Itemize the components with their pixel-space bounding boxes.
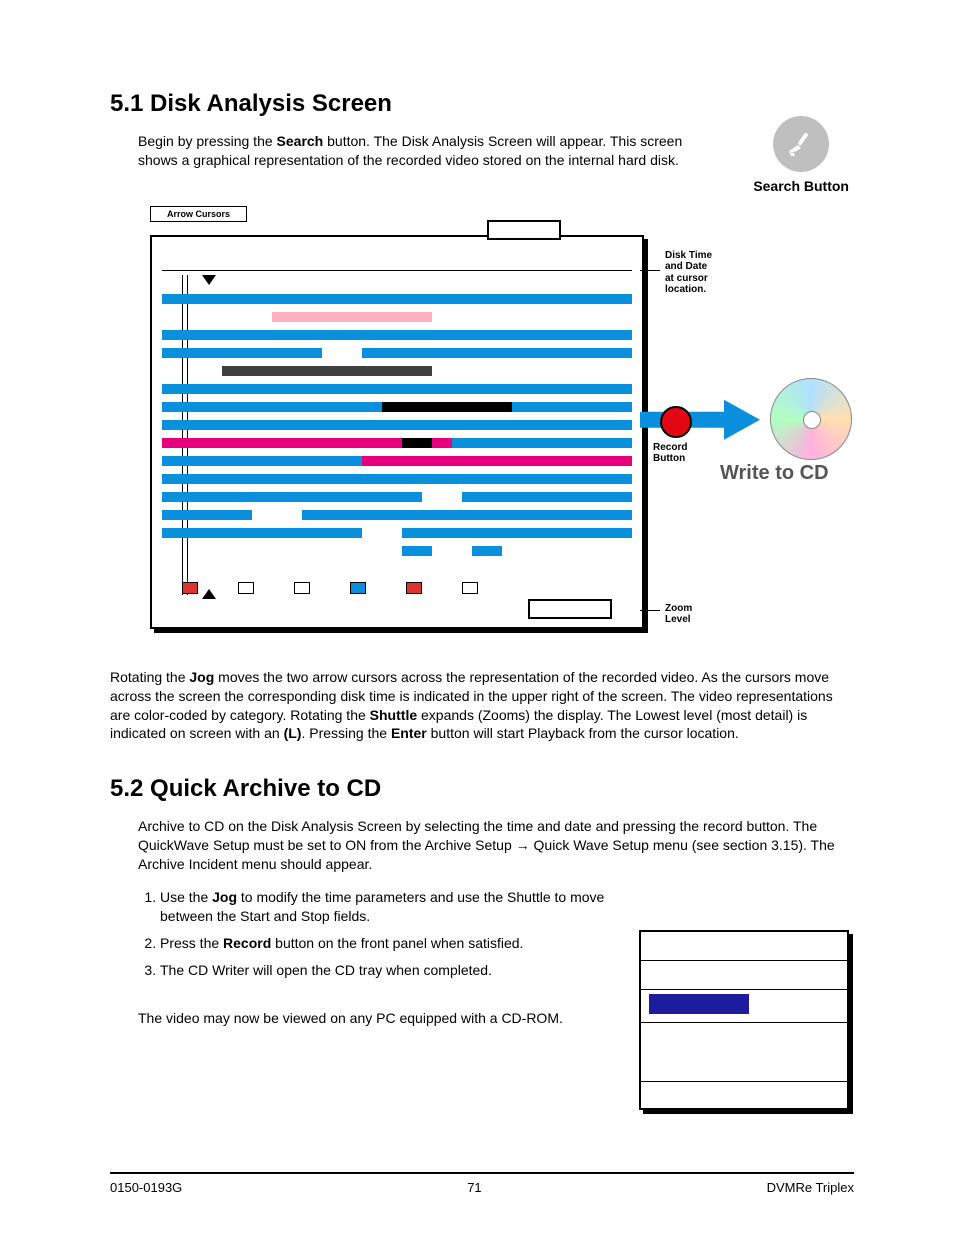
square-markers (182, 582, 612, 594)
text: Use the (160, 889, 212, 905)
text: Rotating the (110, 669, 189, 685)
steps-list: Use the Jog to modify the time parameter… (138, 888, 630, 980)
cd-disc-icon (770, 378, 852, 460)
zoom-box (528, 599, 612, 619)
write-to-cd-label: Write to CD (720, 462, 829, 485)
bold-record: Record (223, 935, 271, 951)
text: button will start Playback from the curs… (427, 725, 739, 741)
bold-enter: Enter (391, 725, 427, 741)
record-button-label: Record Button (653, 442, 687, 464)
arrow-cursors-label: Arrow Cursors (150, 206, 247, 222)
section-5-1-heading: 5.1 Disk Analysis Screen (110, 90, 854, 118)
archive-incident-menu (639, 930, 849, 1110)
search-button-callout: Search Button (753, 116, 849, 194)
footer-product: DVMRe Triplex (767, 1180, 854, 1195)
search-button-label: Search Button (753, 178, 849, 194)
section-5-2-intro: Archive to CD on the Disk Analysis Scree… (138, 817, 844, 874)
bold-search: Search (277, 133, 324, 149)
document-page: 5.1 Disk Analysis Screen Begin by pressi… (0, 0, 954, 1235)
section-5-2-heading: 5.2 Quick Archive to CD (110, 775, 854, 803)
bold-shuttle: Shuttle (370, 707, 417, 723)
tracks (162, 292, 632, 562)
zoom-level-callout: Zoom Level (665, 603, 692, 626)
bold-L: (L) (284, 725, 302, 741)
top-tab (487, 220, 561, 240)
list-item: Press the Record button on the front pan… (160, 934, 630, 953)
text: Begin by pressing the (138, 133, 277, 149)
list-item: Use the Jog to modify the time parameter… (160, 888, 630, 926)
text: button on the front panel when satisfied… (271, 935, 523, 951)
write-arrow (640, 400, 760, 440)
footer-page-number: 71 (467, 1180, 481, 1195)
diagram-screen (150, 235, 644, 629)
bold-jog: Jog (189, 669, 214, 685)
bold-jog: Jog (212, 889, 237, 905)
list-item: The CD Writer will open the CD tray when… (160, 961, 630, 980)
selected-field (649, 994, 749, 1014)
disk-time-callout: Disk Time and Date at cursor location. (665, 250, 712, 296)
footer-doc-id: 0150-0193G (110, 1180, 182, 1195)
text: . Pressing the (301, 725, 391, 741)
text: Press the (160, 935, 223, 951)
page-footer: 0150-0193G 71 DVMRe Triplex (110, 1172, 854, 1195)
disk-analysis-diagram: Arrow Cursors (110, 210, 854, 640)
search-icon (773, 116, 829, 172)
section-5-1-body: Rotating the Jog moves the two arrow cur… (110, 668, 854, 744)
section-5-1-intro: Begin by pressing the Search button. The… (138, 132, 704, 170)
record-button-icon (660, 406, 692, 438)
arrow-cursor-top-icon (202, 275, 216, 285)
